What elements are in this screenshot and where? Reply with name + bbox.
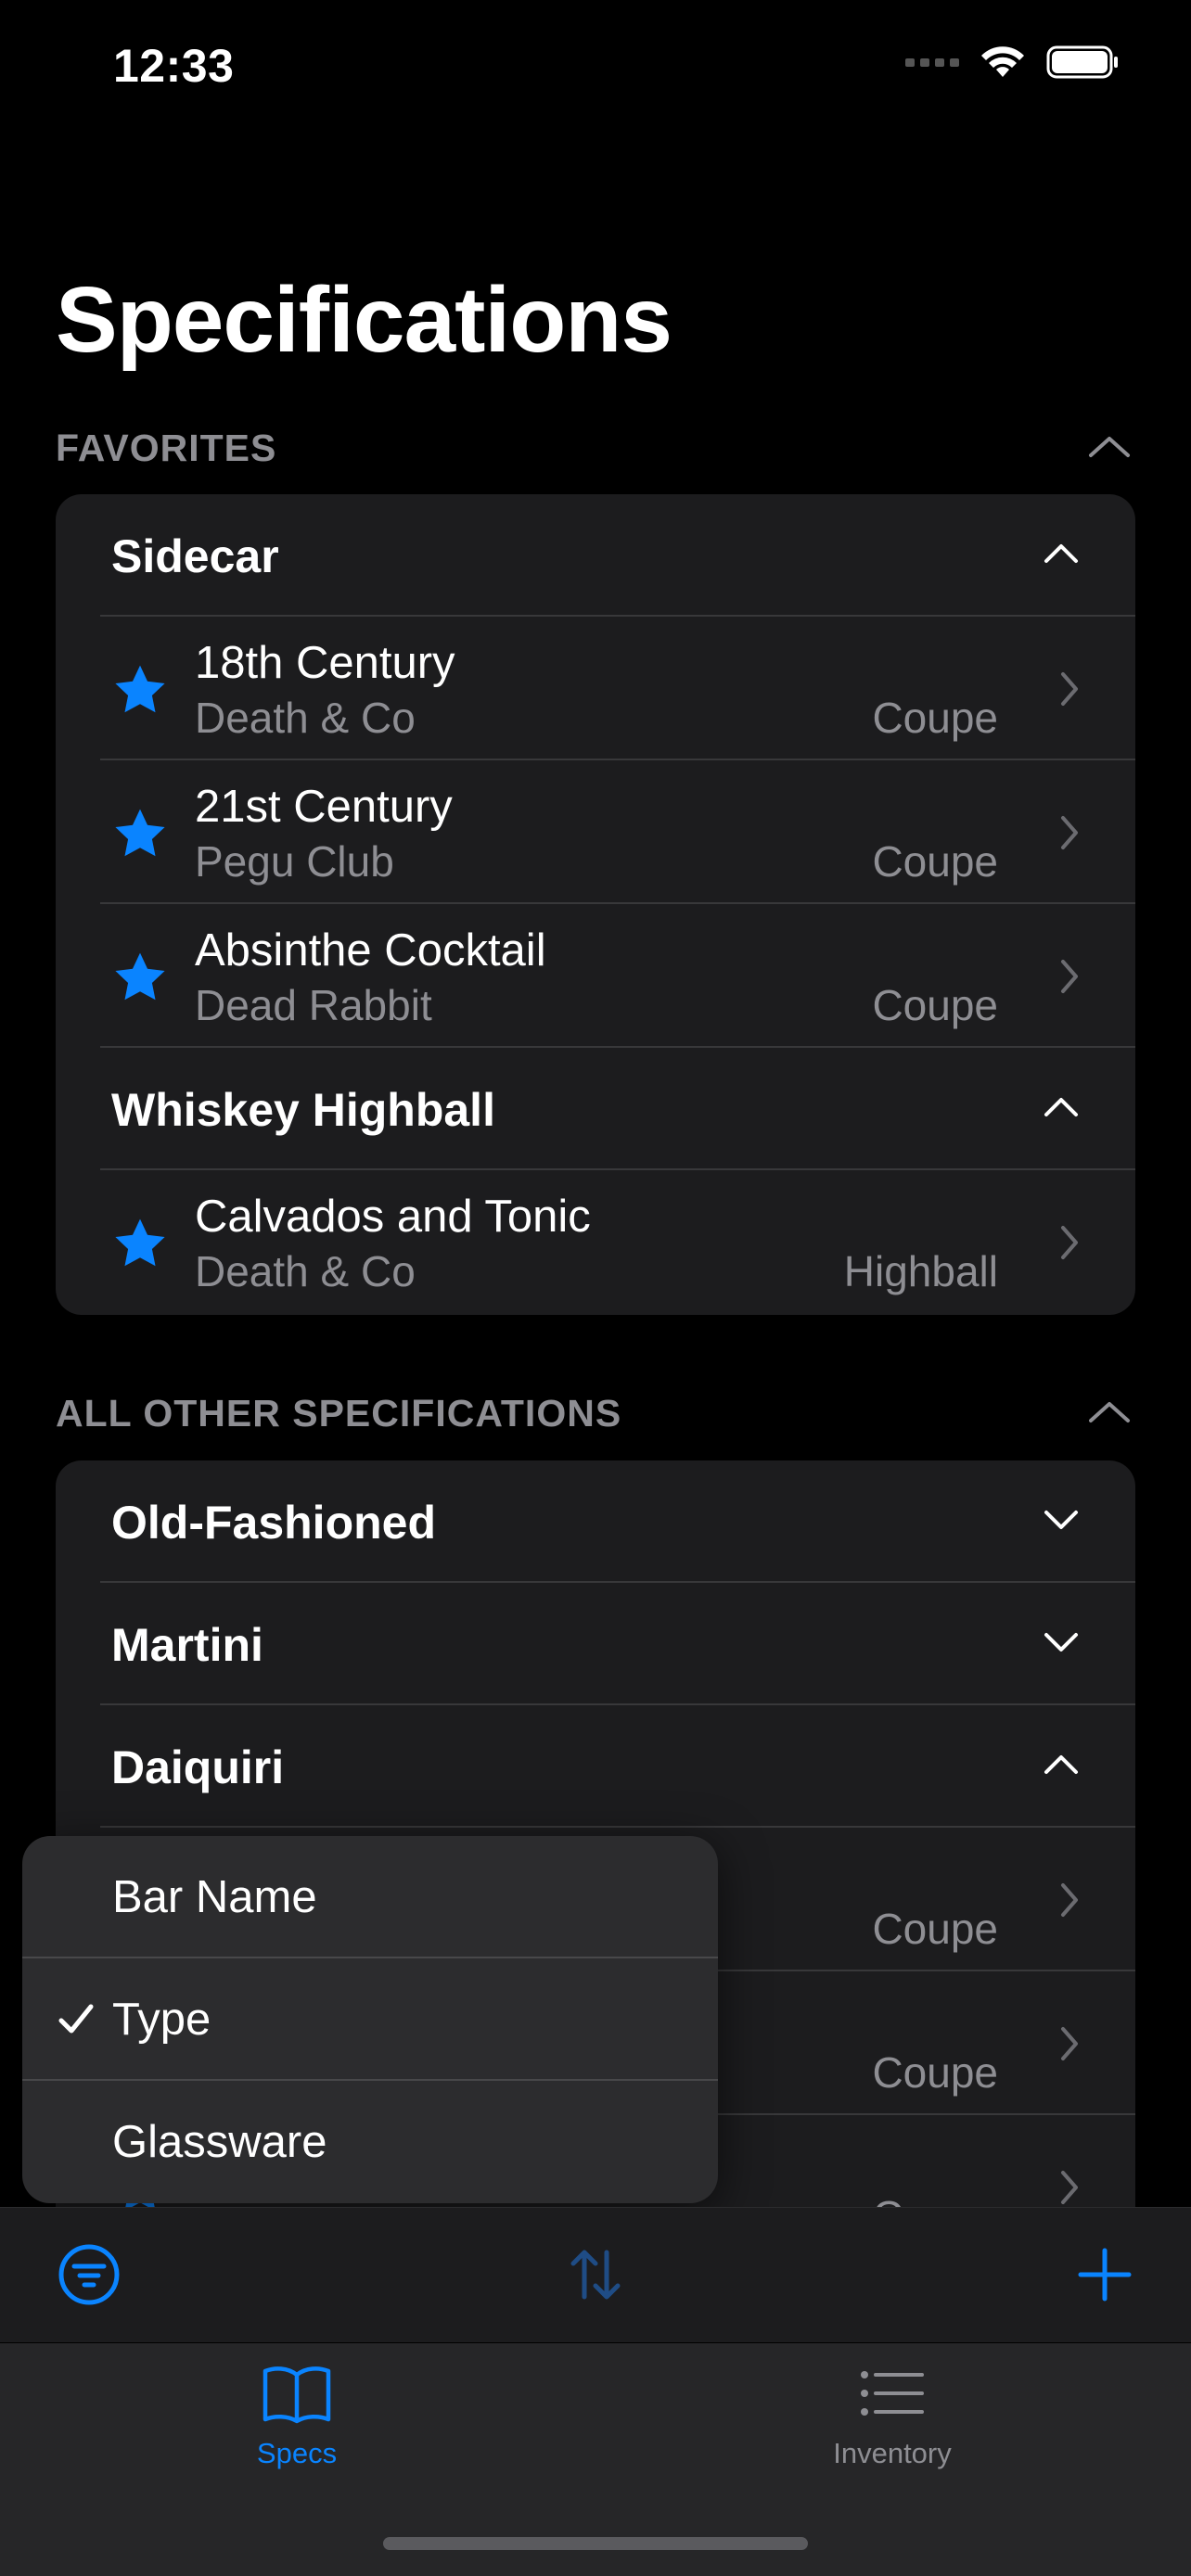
sort-menu: Bar Name Type Glassware	[22, 1836, 718, 2203]
page-title: Specifications	[56, 268, 672, 372]
list-item[interactable]: Calvados and Tonic Death & Co Highball	[100, 1170, 1135, 1314]
menu-item-label: Type	[112, 1995, 211, 2045]
chevron-right-icon	[1061, 1883, 1078, 1917]
group-row-martini[interactable]: Martini	[100, 1583, 1135, 1705]
filter-icon[interactable]	[56, 2241, 122, 2308]
tab-label: Specs	[256, 2437, 338, 2469]
item-name: 21st Century	[195, 782, 453, 832]
bottom-toolbar	[0, 2207, 1191, 2342]
item-glass: Coupe	[872, 2191, 998, 2207]
menu-item-type[interactable]: Type	[22, 1958, 718, 2081]
wifi-icon	[981, 46, 1024, 77]
menu-item-label: Glassware	[112, 2117, 327, 2167]
chevron-up-icon	[1044, 1755, 1078, 1774]
star-icon	[115, 665, 165, 713]
menu-item-label: Bar Name	[112, 1872, 317, 1922]
group-label: Whiskey Highball	[111, 1084, 495, 1136]
list-item[interactable]: 18th Century Death & Co Coupe	[100, 617, 1135, 760]
item-glass: Coupe	[872, 1905, 998, 1953]
group-label: Sidecar	[111, 530, 279, 582]
group-row-daiquiri[interactable]: Daiquiri	[100, 1705, 1135, 1828]
favorites-card: Sidecar 18th Century Death & Co Coupe 21…	[56, 494, 1135, 1315]
item-name: Calvados and Tonic	[195, 1192, 591, 1242]
tab-label: Inventory	[833, 2437, 952, 2469]
list-item[interactable]: 21st Century Pegu Club Coupe	[100, 760, 1135, 904]
star-icon	[115, 1218, 165, 1267]
favorites-collapse-chevron-up-icon[interactable]	[1087, 433, 1132, 461]
add-icon[interactable]	[1071, 2241, 1138, 2308]
menu-item-bar-name[interactable]: Bar Name	[22, 1836, 718, 1958]
list-icon	[861, 2371, 924, 2416]
chevron-down-icon	[1044, 1511, 1078, 1529]
item-bar: Death & Co	[195, 694, 416, 742]
chevron-right-icon	[1061, 2171, 1078, 2204]
chevron-right-icon	[1061, 960, 1078, 993]
group-label: Martini	[111, 1619, 263, 1671]
battery-icon	[1046, 45, 1118, 79]
star-icon	[115, 952, 165, 1001]
item-glass: Coupe	[872, 2048, 998, 2097]
chevron-right-icon	[1061, 816, 1078, 849]
signal-icon	[905, 57, 959, 67]
item-name: Absinthe Cocktail	[195, 925, 546, 976]
chevron-up-icon	[1044, 1098, 1078, 1116]
group-row-whiskey-highball[interactable]: Whiskey Highball	[100, 1048, 1135, 1170]
home-indicator	[383, 2537, 808, 2550]
book-icon	[263, 2366, 331, 2424]
all-other-header: ALL OTHER SPECIFICATIONS	[56, 1392, 622, 1435]
star-icon	[115, 809, 165, 857]
tab-specs[interactable]: Specs	[158, 2364, 436, 2470]
group-label: Old-Fashioned	[111, 1497, 436, 1549]
chevron-right-icon	[1061, 672, 1078, 706]
chevron-right-icon	[1061, 1226, 1078, 1259]
item-bar: Dead Rabbit	[195, 981, 432, 1029]
chevron-up-icon	[1044, 544, 1078, 563]
menu-item-glassware[interactable]: Glassware	[22, 2081, 718, 2203]
item-glass: Highball	[843, 1247, 998, 1295]
group-row-old-fashioned[interactable]: Old-Fashioned	[100, 1460, 1135, 1583]
favorites-header: FAVORITES	[56, 427, 277, 469]
item-bar: Pegu Club	[195, 837, 394, 886]
status-icons	[905, 45, 1121, 80]
tab-inventory[interactable]: Inventory	[753, 2364, 1031, 2470]
others-collapse-chevron-up-icon[interactable]	[1087, 1398, 1132, 1426]
checkmark-icon	[58, 2004, 94, 2034]
item-bar: Death & Co	[195, 1247, 416, 1295]
item-glass: Coupe	[872, 981, 998, 1029]
sort-arrows-icon[interactable]	[562, 2241, 629, 2308]
item-name: 18th Century	[195, 638, 455, 688]
item-glass: Coupe	[872, 694, 998, 742]
item-glass: Coupe	[872, 837, 998, 886]
status-time: 12:33	[113, 40, 235, 92]
list-item[interactable]: Absinthe Cocktail Dead Rabbit Coupe	[100, 904, 1135, 1048]
chevron-right-icon	[1061, 2027, 1078, 2060]
chevron-down-icon	[1044, 1633, 1078, 1651]
group-row-sidecar[interactable]: Sidecar	[100, 494, 1135, 617]
group-label: Daiquiri	[111, 1741, 285, 1793]
